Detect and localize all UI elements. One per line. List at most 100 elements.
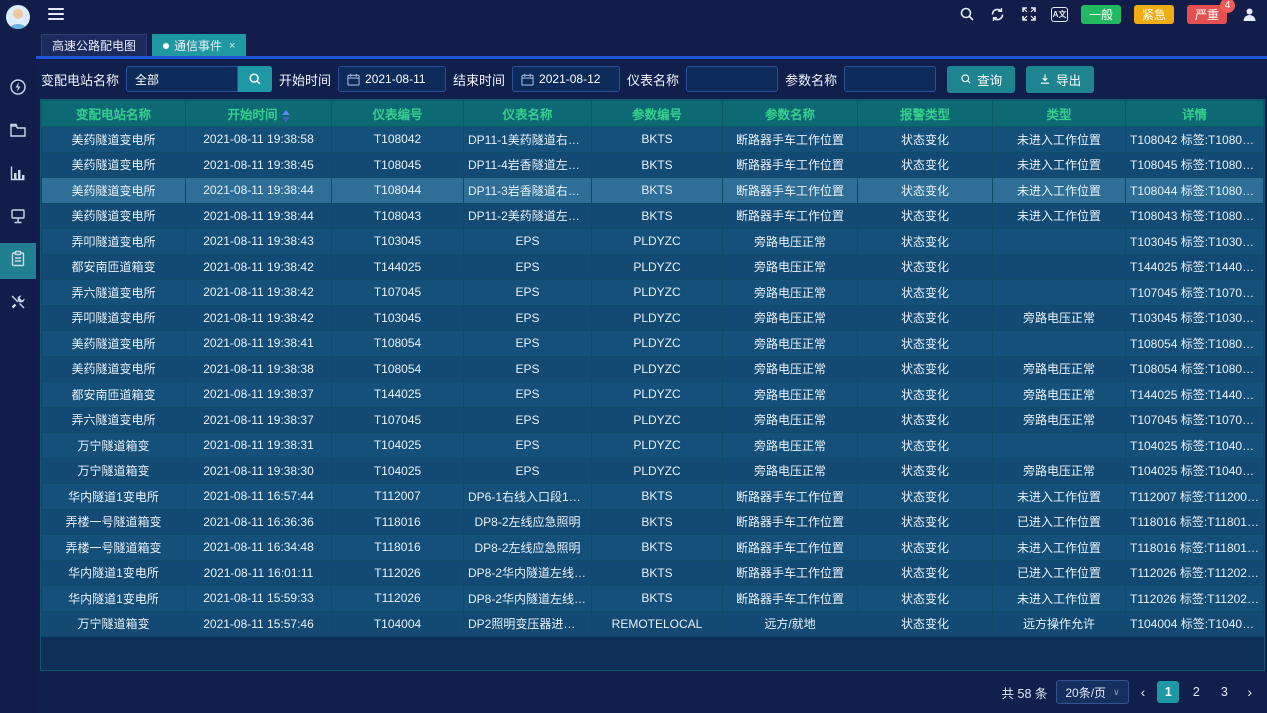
page-number-button[interactable]: 3 [1213,681,1235,703]
table-row[interactable]: 都安南匝道箱变2021-08-11 19:38:37T144025EPSPLDY… [42,382,1264,408]
tab-close-icon[interactable]: × [229,40,235,52]
alarm-badge-urgent[interactable]: 紧急 [1134,5,1174,24]
start-date-field[interactable] [338,66,446,92]
table-cell: T103045 标签:T103045 ... [1126,229,1264,255]
table-row[interactable]: 美药隧道变电所2021-08-11 19:38:58T108042DP11-1美… [42,127,1264,153]
table-row[interactable]: 美药隧道变电所2021-08-11 19:38:45T108045DP11-4岩… [42,152,1264,178]
table-row[interactable]: 美药隧道变电所2021-08-11 19:38:44T108043DP11-2美… [42,203,1264,229]
table-cell: T103045 标签:T103045 ... [1126,305,1264,331]
table-cell: EPS [464,331,592,357]
table-cell: BKTS [592,178,723,204]
table-cell: 2021-08-11 19:38:41 [186,331,332,357]
query-button[interactable]: 查询 [947,66,1015,93]
table-row[interactable]: 弄叩隧道变电所2021-08-11 19:38:42T103045EPSPLDY… [42,305,1264,331]
page-size-select[interactable]: 20条/页 ∨ [1056,680,1128,704]
sidebar-item-energy[interactable] [0,71,36,107]
table-row[interactable]: 美药隧道变电所2021-08-11 19:38:38T108054EPSPLDY… [42,356,1264,382]
user-icon[interactable] [1240,5,1258,23]
table-row[interactable]: 弄楼一号隧道箱变2021-08-11 16:34:48T118016DP8-2左… [42,535,1264,561]
page-number-button[interactable]: 1 [1157,681,1179,703]
alarm-badge-general[interactable]: 一般 [1081,5,1121,24]
page-number-button[interactable]: 2 [1185,681,1207,703]
column-header: 仪表名称 [464,101,592,127]
next-page-button[interactable]: › [1244,684,1255,700]
table-cell: 万宁隧道箱变 [42,458,186,484]
sidebar-item-tools[interactable] [0,286,36,322]
table-cell: DP2照明变压器进线开关... [464,611,592,637]
table-cell: 都安南匝道箱变 [42,254,186,280]
table-row[interactable]: 华内隧道1变电所2021-08-11 16:57:44T112007DP6-1右… [42,484,1264,510]
table-cell: PLDYZC [592,407,723,433]
table-cell: T104025 标签:T104025 ... [1126,433,1264,459]
sort-icon[interactable] [282,110,290,122]
table-row[interactable]: 华内隧道1变电所2021-08-11 16:01:11T112026DP8-2华… [42,560,1264,586]
param-name-input[interactable] [844,66,936,92]
column-header: 类型 [993,101,1126,127]
table-row[interactable]: 万宁隧道箱变2021-08-11 15:57:46T104004DP2照明变压器… [42,611,1264,637]
table-row[interactable]: 美药隧道变电所2021-08-11 19:38:44T108044DP11-3岩… [42,178,1264,204]
column-header[interactable]: 开始时间 [186,101,332,127]
table-row[interactable]: 都安南匝道箱变2021-08-11 19:38:42T144025EPSPLDY… [42,254,1264,280]
sidebar-item-folder[interactable] [0,114,36,150]
refresh-icon[interactable] [989,5,1007,23]
table-cell [993,254,1126,280]
sidebar-item-monitor[interactable] [0,200,36,236]
sidebar-item-chart[interactable] [0,157,36,193]
table-row[interactable]: 万宁隧道箱变2021-08-11 19:38:30T104025EPSPLDYZ… [42,458,1264,484]
station-input[interactable] [126,66,238,92]
table-cell: REMOTELOCAL [592,611,723,637]
table-cell: 旁路电压正常 [723,458,858,484]
alarm-badge-critical[interactable]: 严重 4 [1187,5,1227,24]
table-cell: 断路器手车工作位置 [723,484,858,510]
table-cell: 弄叩隧道变电所 [42,305,186,331]
table-cell [993,280,1126,306]
table-cell: T103045 [332,305,464,331]
end-date-input[interactable] [539,72,619,86]
station-search-button[interactable] [238,66,272,92]
table-cell: T144025 [332,254,464,280]
translate-icon[interactable]: A文 [1051,7,1068,22]
tab-power-diagram[interactable]: 高速公路配电图 [41,34,147,56]
search-icon[interactable] [958,5,976,23]
topbar-actions: A文 一般 紧急 严重 4 [958,5,1258,24]
table-cell: T118016 标签:T118016 ... [1126,535,1264,561]
table-row[interactable]: 弄楼一号隧道箱变2021-08-11 16:36:36T118016DP8-2左… [42,509,1264,535]
table-row[interactable]: 弄叩隧道变电所2021-08-11 19:38:43T103045EPSPLDY… [42,229,1264,255]
sidebar-item-clipboard[interactable] [0,243,36,279]
table-cell: PLDYZC [592,305,723,331]
sidebar-nav [0,71,36,329]
meter-name-input[interactable] [686,66,778,92]
user-avatar[interactable] [6,5,30,29]
table-cell: 状态变化 [858,586,993,612]
table-cell: 状态变化 [858,382,993,408]
table-cell: 2021-08-11 19:38:42 [186,254,332,280]
table-row[interactable]: 美药隧道变电所2021-08-11 19:38:41T108054EPSPLDY… [42,331,1264,357]
table-cell: EPS [464,254,592,280]
table-cell: 状态变化 [858,458,993,484]
table-cell: 2021-08-11 19:38:44 [186,203,332,229]
table-cell: 弄六隧道变电所 [42,407,186,433]
table-row[interactable]: 弄六隧道变电所2021-08-11 19:38:42T107045EPSPLDY… [42,280,1264,306]
table-cell [993,331,1126,357]
table-row[interactable]: 万宁隧道箱变2021-08-11 19:38:31T104025EPSPLDYZ… [42,433,1264,459]
table-cell: T144025 标签:T144025 ... [1126,382,1264,408]
prev-page-button[interactable]: ‹ [1138,684,1149,700]
table-cell: T108042 标签:T108042 ... [1126,127,1264,153]
table-row[interactable]: 华内隧道1变电所2021-08-11 15:59:33T112026DP8-2华… [42,586,1264,612]
table-cell [993,229,1126,255]
table-cell: 美药隧道变电所 [42,203,186,229]
table-row[interactable]: 弄六隧道变电所2021-08-11 19:38:37T107045EPSPLDY… [42,407,1264,433]
tab-comm-events[interactable]: 通信事件 × [152,34,246,56]
start-date-input[interactable] [365,72,445,86]
page-number-list: 123 [1157,681,1235,703]
table-cell: T104004 标签:T104004 ... [1126,611,1264,637]
table-cell: 状态变化 [858,331,993,357]
export-button[interactable]: 导出 [1026,66,1094,93]
table-cell: 未进入工作位置 [993,178,1126,204]
column-header: 报警类型 [858,101,993,127]
menu-collapse-icon[interactable] [48,5,64,23]
end-date-field[interactable] [512,66,620,92]
table-cell: EPS [464,305,592,331]
table-cell: 状态变化 [858,611,993,637]
fullscreen-icon[interactable] [1020,5,1038,23]
